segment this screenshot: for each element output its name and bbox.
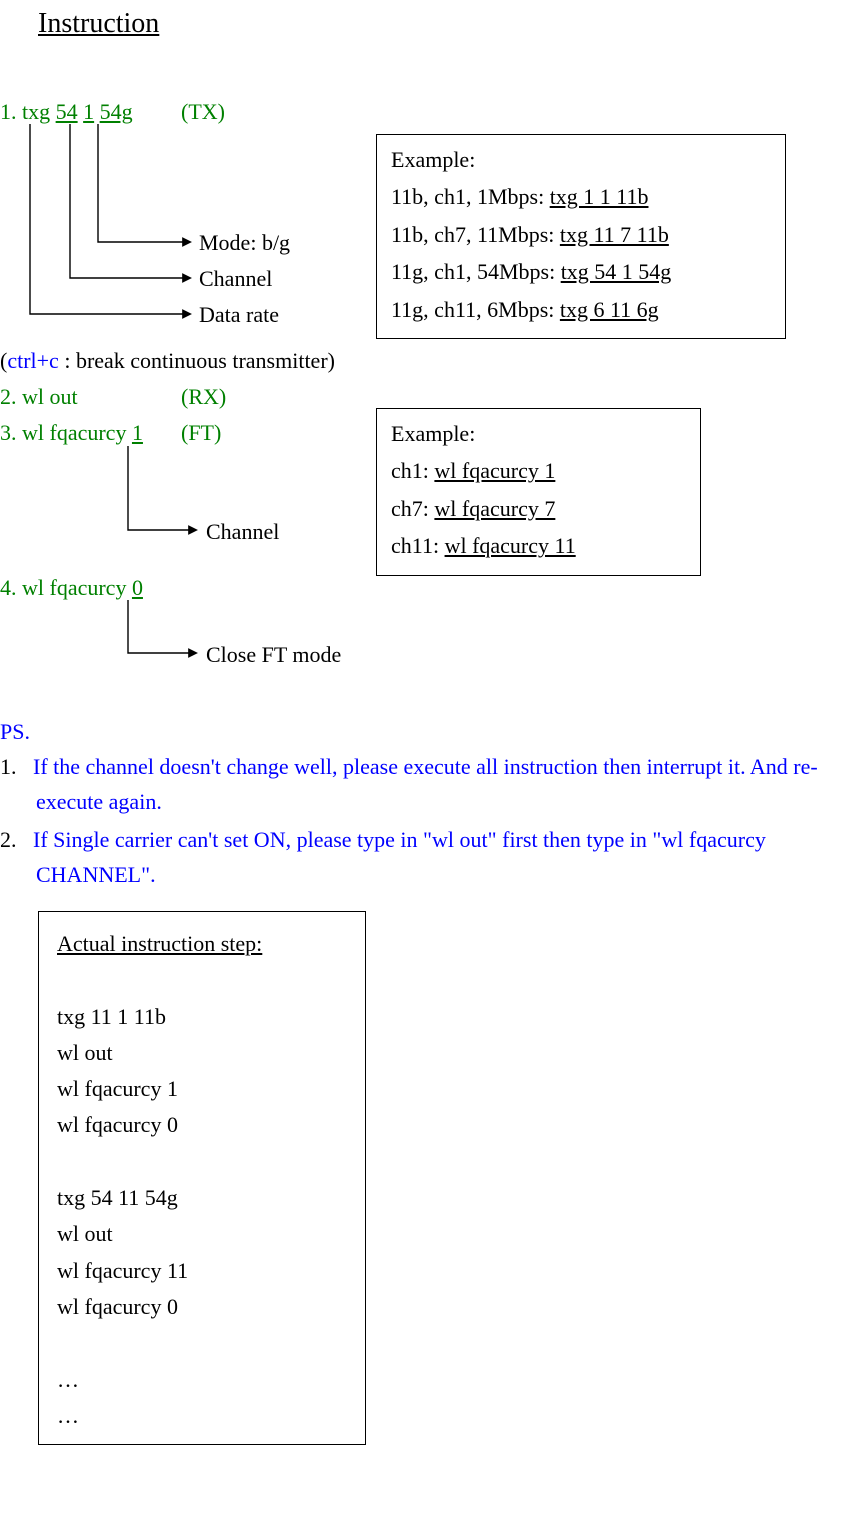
step3-prefix: 3. wl fqacurcy (0, 420, 132, 445)
step3-tag: (FT) (181, 415, 221, 450)
arrow-channel-icon (70, 124, 190, 278)
label-channel: Channel (199, 261, 272, 296)
example-box-2: Example: ch1: wl fqacurcy 1 ch7: wl fqac… (376, 408, 701, 576)
box3-l7: wl fqacurcy 11 (57, 1253, 347, 1289)
box3-l3: wl fqacurcy 1 (57, 1071, 347, 1107)
arrow-rate-icon (30, 124, 190, 314)
step1-arg3: 54g (100, 99, 133, 124)
box3-l1: txg 11 1 11b (57, 999, 347, 1035)
step2-tag: (RX) (181, 379, 226, 414)
page-title: Instruction (38, 2, 159, 47)
ps-item-1: 1. If the channel doesn't change well, p… (0, 749, 840, 819)
label-datarate: Data rate (199, 297, 279, 332)
label-mode: Mode: b/g (199, 225, 290, 260)
box2-r2: ch7: wl fqacurcy 7 (391, 490, 686, 527)
step3-arg: 1 (132, 420, 143, 445)
step4-line: 4. wl fqacurcy 0 (0, 570, 143, 605)
step1-line: 1. txg 54 1 54g (0, 94, 133, 129)
step1-arg2: 1 (83, 99, 94, 124)
box3-l9: … (57, 1362, 347, 1398)
arrow-step4-close-icon (128, 600, 196, 653)
example-box-1: Example: 11b, ch1, 1Mbps: txg 1 1 11b 11… (376, 134, 786, 339)
step2-cmd: 2. wl out (0, 379, 78, 414)
break-line: (ctrl+c : break continuous transmitter) (0, 343, 335, 378)
box1-head: Example: (391, 141, 771, 178)
actual-step-box: Actual instruction step: txg 11 1 11b wl… (38, 911, 366, 1445)
step1-prefix: 1. txg (0, 99, 56, 124)
step4-label: Close FT mode (206, 637, 341, 672)
box3-l2: wl out (57, 1035, 347, 1071)
box1-r1: 11b, ch1, 1Mbps: txg 1 1 11b (391, 178, 771, 215)
ps-item-2: 2. If Single carrier can't set ON, pleas… (0, 822, 840, 892)
box3-l5: txg 54 11 54g (57, 1180, 347, 1216)
box3-l6: wl out (57, 1216, 347, 1252)
box3-l8: wl fqacurcy 0 (57, 1289, 347, 1325)
step4-arg: 0 (132, 575, 143, 600)
box3-l10: … (57, 1398, 347, 1434)
box2-r3: ch11: wl fqacurcy 11 (391, 527, 686, 564)
step3-line: 3. wl fqacurcy 1 (0, 415, 143, 450)
step4-prefix: 4. wl fqacurcy (0, 575, 132, 600)
arrow-step3-channel-icon (128, 446, 196, 530)
box1-r4: 11g, ch11, 6Mbps: txg 6 11 6g (391, 291, 771, 328)
box2-r1: ch1: wl fqacurcy 1 (391, 452, 686, 489)
box3-l4: wl fqacurcy 0 (57, 1107, 347, 1143)
step3-label: Channel (206, 514, 279, 549)
arrow-mode-icon (98, 124, 190, 242)
box3-head: Actual instruction step: (57, 926, 347, 962)
step1-tag: (TX) (181, 94, 225, 129)
step1-arg1: 54 (56, 99, 78, 124)
ps-head: PS. (0, 714, 840, 749)
ps-block: PS. 1. If the channel doesn't change wel… (0, 714, 840, 894)
box2-head: Example: (391, 415, 686, 452)
box1-r2: 11b, ch7, 11Mbps: txg 11 7 11b (391, 216, 771, 253)
box1-r3: 11g, ch1, 54Mbps: txg 54 1 54g (391, 253, 771, 290)
